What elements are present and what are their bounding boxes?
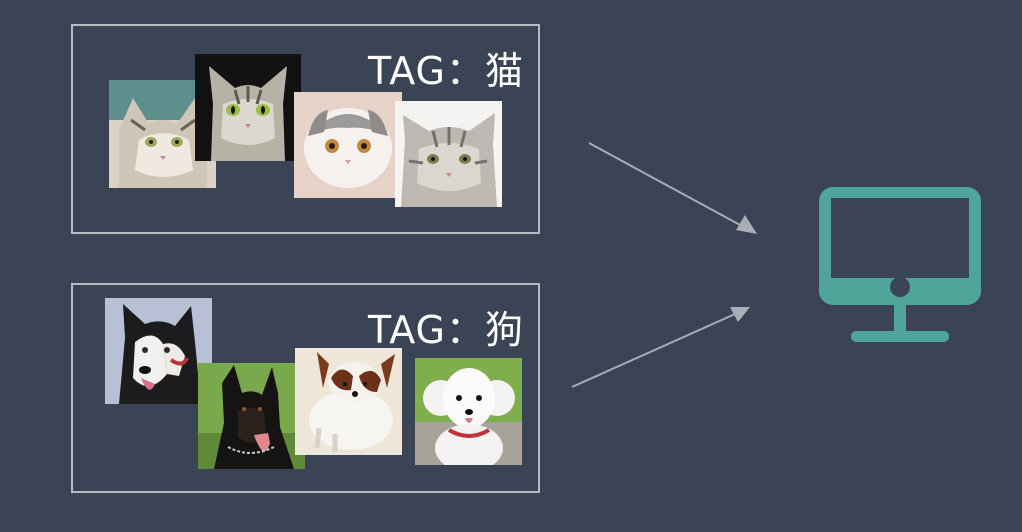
arrow-icon bbox=[588, 142, 757, 234]
monitor-icon bbox=[819, 187, 981, 342]
arrow-icon bbox=[571, 307, 750, 388]
